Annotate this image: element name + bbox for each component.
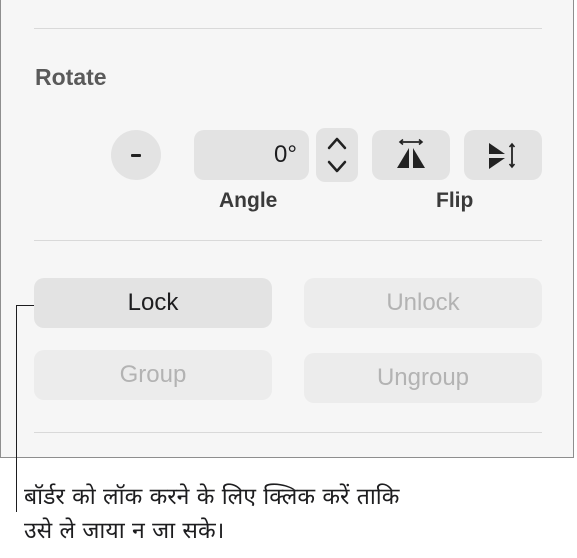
callout-text: बॉर्डर को लॉक करने के लिए क्लिक करें ताक… xyxy=(24,480,564,548)
rotate-section-title: Rotate xyxy=(35,64,107,90)
callout-leader-line xyxy=(16,305,17,512)
flip-horizontal-button[interactable] xyxy=(372,130,450,180)
chevron-up-icon[interactable] xyxy=(327,137,347,150)
ungroup-button[interactable]: Ungroup xyxy=(304,353,542,403)
flip-horizontal-icon xyxy=(397,138,425,168)
angle-stepper[interactable] xyxy=(316,128,358,182)
rotation-knob[interactable] xyxy=(111,130,161,180)
angle-input[interactable]: 0° xyxy=(194,130,309,180)
angle-label: Angle xyxy=(219,189,278,212)
callout-line-1: बॉर्डर को लॉक करने के लिए क्लिक करें ताक… xyxy=(24,484,400,510)
rotation-indicator xyxy=(131,153,141,157)
bottom-divider xyxy=(34,432,542,433)
flip-vertical-icon xyxy=(489,142,516,169)
callout-leader-tick xyxy=(16,305,34,306)
group-button[interactable]: Group xyxy=(34,350,272,400)
arrange-inspector-panel: Rotate 0° Angle Flip Lock Unlock Group U… xyxy=(0,0,574,458)
chevron-down-icon[interactable] xyxy=(327,160,347,173)
lock-button[interactable]: Lock xyxy=(34,278,272,328)
flip-label: Flip xyxy=(436,189,474,212)
middle-divider xyxy=(34,240,542,241)
callout-line-2: उसे ले जाया न जा सके। xyxy=(24,518,225,544)
flip-vertical-button[interactable] xyxy=(464,130,542,180)
unlock-button[interactable]: Unlock xyxy=(304,278,542,328)
top-divider xyxy=(34,28,542,29)
